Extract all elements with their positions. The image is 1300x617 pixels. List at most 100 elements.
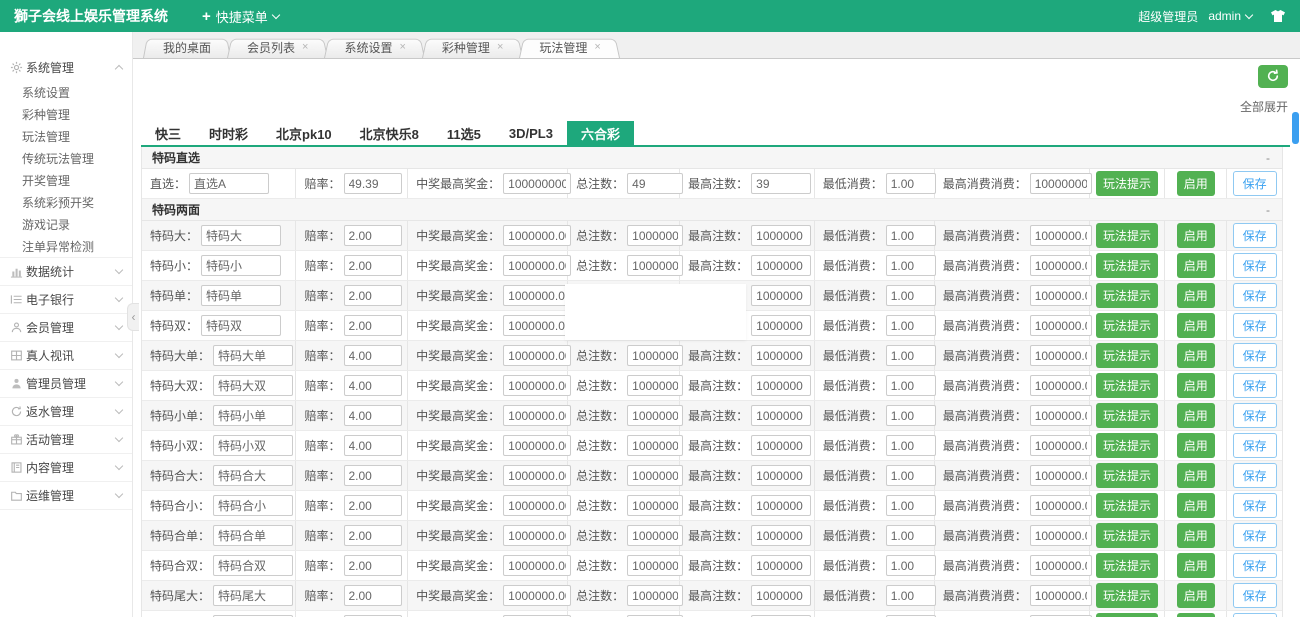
play-name-input[interactable] xyxy=(201,315,281,336)
close-icon[interactable]: × xyxy=(497,42,503,53)
close-icon[interactable]: × xyxy=(399,42,405,53)
min-cost-input[interactable] xyxy=(886,405,936,426)
section-collapse-toggle[interactable]: - xyxy=(1266,203,1270,217)
total-bets-input[interactable] xyxy=(627,405,683,426)
save-button[interactable]: 保存 xyxy=(1233,403,1277,428)
sidebar-group-toggle-7[interactable]: 返水管理 xyxy=(0,398,132,425)
max-cost-input[interactable] xyxy=(1030,555,1092,576)
game-tab-7[interactable]: 六合彩 xyxy=(567,121,634,145)
close-icon[interactable]: × xyxy=(594,42,600,53)
play-hint-button[interactable]: 玩法提示 xyxy=(1096,583,1158,608)
enable-button[interactable]: 启用 xyxy=(1177,373,1215,398)
max-cost-input[interactable] xyxy=(1030,585,1092,606)
max-cost-input[interactable] xyxy=(1030,525,1092,546)
play-hint-button[interactable]: 玩法提示 xyxy=(1096,523,1158,548)
sidebar-group-toggle-6[interactable]: 管理员管理 xyxy=(0,370,132,397)
min-cost-input[interactable] xyxy=(886,173,936,194)
odds-input[interactable] xyxy=(344,495,402,516)
enable-button[interactable]: 启用 xyxy=(1177,253,1215,278)
odds-input[interactable] xyxy=(344,585,402,606)
expand-all-link[interactable]: 全部展开 xyxy=(1240,98,1288,115)
enable-button[interactable]: 启用 xyxy=(1177,433,1215,458)
max-cost-input[interactable] xyxy=(1030,285,1092,306)
max-cost-input[interactable] xyxy=(1030,315,1092,336)
total-bets-input[interactable] xyxy=(627,173,683,194)
enable-button[interactable]: 启用 xyxy=(1177,613,1215,617)
quick-menu-button[interactable]: + 快捷菜单 xyxy=(202,7,279,26)
odds-input[interactable] xyxy=(344,405,402,426)
min-cost-input[interactable] xyxy=(886,345,936,366)
close-icon[interactable]: × xyxy=(302,42,308,53)
save-button[interactable]: 保存 xyxy=(1233,313,1277,338)
min-cost-input[interactable] xyxy=(886,465,936,486)
save-button[interactable]: 保存 xyxy=(1233,583,1277,608)
max-prize-input[interactable] xyxy=(503,315,571,336)
odds-input[interactable] xyxy=(344,375,402,396)
save-button[interactable]: 保存 xyxy=(1233,433,1277,458)
play-name-input[interactable] xyxy=(201,225,281,246)
min-cost-input[interactable] xyxy=(886,375,936,396)
window-tab-1[interactable]: 我的桌面 xyxy=(143,37,231,58)
max-bets-input[interactable] xyxy=(751,435,811,456)
max-cost-input[interactable] xyxy=(1030,255,1092,276)
odds-input[interactable] xyxy=(344,225,402,246)
sidebar-item[interactable]: 开奖管理 xyxy=(0,169,132,191)
play-name-input[interactable] xyxy=(201,255,281,276)
save-button[interactable]: 保存 xyxy=(1233,343,1277,368)
window-tab-4[interactable]: 彩种管理× xyxy=(422,37,523,58)
scrollbar-thumb[interactable] xyxy=(1292,112,1299,144)
game-tab-6[interactable]: 3D/PL3 xyxy=(495,121,567,145)
play-name-input[interactable] xyxy=(213,375,293,396)
max-prize-input[interactable] xyxy=(503,495,571,516)
min-cost-input[interactable] xyxy=(886,435,936,456)
max-cost-input[interactable] xyxy=(1030,435,1092,456)
play-name-input[interactable] xyxy=(213,585,293,606)
total-bets-input[interactable] xyxy=(627,375,683,396)
sidebar-group-toggle-8[interactable]: 活动管理 xyxy=(0,426,132,453)
min-cost-input[interactable] xyxy=(886,315,936,336)
odds-input[interactable] xyxy=(344,525,402,546)
max-bets-input[interactable] xyxy=(751,525,811,546)
max-bets-input[interactable] xyxy=(751,555,811,576)
play-hint-button[interactable]: 玩法提示 xyxy=(1096,553,1158,578)
sidebar-item[interactable]: 系统设置 xyxy=(0,81,132,103)
skin-icon[interactable] xyxy=(1270,9,1286,23)
max-bets-input[interactable] xyxy=(751,465,811,486)
sidebar-item[interactable]: 传统玩法管理 xyxy=(0,147,132,169)
save-button[interactable]: 保存 xyxy=(1233,373,1277,398)
play-hint-button[interactable]: 玩法提示 xyxy=(1096,313,1158,338)
play-hint-button[interactable]: 玩法提示 xyxy=(1096,613,1158,617)
max-bets-input[interactable] xyxy=(751,225,811,246)
max-bets-input[interactable] xyxy=(751,173,811,194)
save-button[interactable]: 保存 xyxy=(1233,463,1277,488)
max-prize-input[interactable] xyxy=(503,255,571,276)
total-bets-input[interactable] xyxy=(627,495,683,516)
max-bets-input[interactable] xyxy=(751,495,811,516)
game-tab-2[interactable]: 时时彩 xyxy=(195,121,262,145)
min-cost-input[interactable] xyxy=(886,255,936,276)
sidebar-item[interactable]: 玩法管理 xyxy=(0,125,132,147)
sidebar-group-toggle-2[interactable]: 数据统计 xyxy=(0,258,132,285)
save-button[interactable]: 保存 xyxy=(1233,171,1277,196)
max-prize-input[interactable] xyxy=(503,465,571,486)
play-name-input[interactable] xyxy=(213,405,293,426)
play-hint-button[interactable]: 玩法提示 xyxy=(1096,253,1158,278)
sidebar-group-toggle-4[interactable]: 会员管理 xyxy=(0,314,132,341)
sidebar-item[interactable]: 系统彩预开奖 xyxy=(0,191,132,213)
max-prize-input[interactable] xyxy=(503,405,571,426)
enable-button[interactable]: 启用 xyxy=(1177,283,1215,308)
max-prize-input[interactable] xyxy=(503,525,571,546)
play-name-input[interactable] xyxy=(213,465,293,486)
play-name-input[interactable] xyxy=(189,173,269,194)
save-button[interactable]: 保存 xyxy=(1233,283,1277,308)
odds-input[interactable] xyxy=(344,465,402,486)
enable-button[interactable]: 启用 xyxy=(1177,583,1215,608)
max-cost-input[interactable] xyxy=(1030,405,1092,426)
refresh-button[interactable] xyxy=(1258,65,1288,88)
max-cost-input[interactable] xyxy=(1030,465,1092,486)
max-bets-input[interactable] xyxy=(751,315,811,336)
odds-input[interactable] xyxy=(344,173,402,194)
max-prize-input[interactable] xyxy=(503,225,571,246)
odds-input[interactable] xyxy=(344,255,402,276)
section-collapse-toggle[interactable]: - xyxy=(1266,151,1270,165)
